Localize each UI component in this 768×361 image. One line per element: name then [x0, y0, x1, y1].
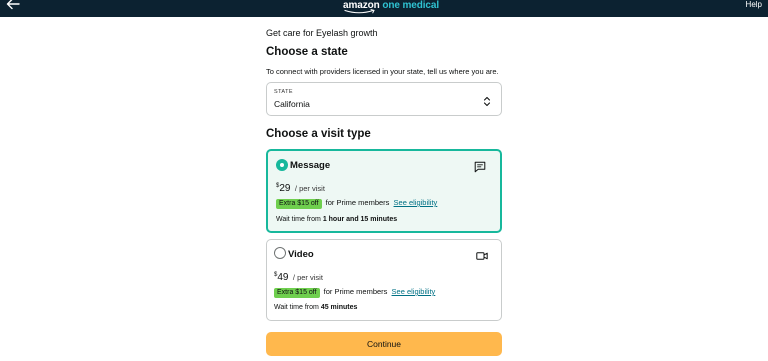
price-unit: / per visit	[292, 273, 323, 282]
prime-discount-row: Extra $15 off for Prime members See elig…	[276, 197, 437, 209]
price-currency: $	[274, 272, 278, 278]
prime-members-text: for Prime members	[325, 198, 390, 207]
arrow-left-icon[interactable]	[6, 0, 20, 10]
price-unit: / per visit	[294, 184, 325, 193]
price-currency: $	[276, 183, 280, 189]
state-description: To connect with providers licensed in yo…	[266, 67, 499, 76]
chat-bubble-icon	[474, 161, 486, 173]
choose-state-heading: Choose a state	[266, 46, 348, 58]
visit-price: $49 / per visit	[274, 270, 323, 283]
state-select-label: STATE	[274, 89, 293, 95]
wait-time-value: 1 hour and 15 minutes	[322, 216, 398, 223]
prime-members-text: for Prime members	[323, 287, 388, 296]
choose-visit-type-heading: Choose a visit type	[266, 128, 371, 140]
logo-smile-icon	[344, 9, 375, 14]
amazon-one-medical-logo[interactable]: amazon one medical	[343, 0, 439, 15]
top-navigation-bar: amazon one medical Help	[0, 0, 768, 17]
see-eligibility-link[interactable]: See eligibility	[394, 198, 438, 207]
visit-price: $29 / per visit	[276, 181, 325, 194]
discount-badge: Extra $15 off	[276, 199, 322, 209]
visit-option-video[interactable]: Video $49 / per visit Extra $15 off for …	[266, 239, 502, 321]
wait-time: Wait time from 45 minutes	[274, 303, 357, 313]
see-eligibility-link[interactable]: See eligibility	[392, 287, 436, 296]
state-select-value: California	[274, 99, 310, 109]
care-topic-text: Get care for Eyelash growth	[266, 28, 378, 38]
radio-button-selected[interactable]	[276, 159, 288, 171]
help-link[interactable]: Help	[746, 0, 762, 10]
prime-discount-row: Extra $15 off for Prime members See elig…	[274, 286, 435, 298]
visit-option-message[interactable]: Message $29 / per visit Extra $15 off fo…	[266, 149, 502, 233]
wait-time-value: 45 minutes	[320, 304, 358, 311]
chevron-up-down-icon	[483, 96, 491, 107]
discount-badge: Extra $15 off	[274, 288, 320, 298]
wait-time-prefix: Wait time from	[276, 216, 321, 223]
price-amount: 49	[277, 272, 289, 283]
visit-option-title: Message	[290, 160, 331, 171]
radio-button-unselected[interactable]	[274, 247, 286, 259]
wait-time-prefix: Wait time from	[274, 304, 319, 311]
video-camera-icon	[476, 252, 488, 260]
continue-button[interactable]: Continue	[266, 332, 502, 356]
visit-option-title: Video	[288, 249, 314, 260]
price-amount: 29	[279, 183, 291, 194]
logo-text-one-medical: one medical	[382, 0, 440, 11]
state-select[interactable]: STATE California	[266, 82, 502, 116]
wait-time: Wait time from 1 hour and 15 minutes	[276, 215, 397, 225]
